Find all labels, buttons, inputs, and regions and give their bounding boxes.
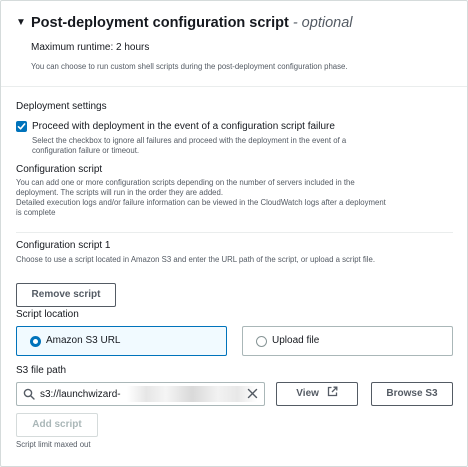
max-runtime-text: Maximum runtime: 2 hours	[31, 42, 150, 53]
description-line: You can add one or more configuration sc…	[16, 178, 355, 187]
proceed-on-failure-checkbox[interactable]	[16, 121, 27, 132]
proceed-on-failure-label[interactable]: Proceed with deployment in the event of …	[32, 121, 335, 133]
amazon-s3-url-label: Amazon S3 URL	[46, 335, 121, 346]
configuration-script-description: You can add one or more configuration sc…	[16, 178, 386, 218]
s3-file-path-input[interactable]: s3://launchwizard-	[16, 382, 265, 406]
upload-file-option[interactable]: Upload file	[242, 326, 453, 356]
radio-selected-icon[interactable]	[30, 336, 41, 347]
description-line: Detailed execution logs and/or failure i…	[16, 198, 386, 207]
script-location-label: Script location	[16, 309, 79, 320]
s3-file-path-label: S3 file path	[16, 365, 67, 376]
script-1-description: Choose to use a script located in Amazon…	[16, 255, 376, 264]
radio-unselected-icon[interactable]	[256, 336, 267, 347]
deployment-settings-label: Deployment settings	[16, 101, 107, 112]
browse-s3-button[interactable]: Browse S3	[371, 382, 453, 406]
view-button[interactable]: View	[276, 382, 358, 406]
script-limit-text: Script limit maxed out	[16, 440, 91, 449]
script-1-title: Configuration script 1	[16, 240, 111, 251]
checkmark-icon	[17, 123, 26, 130]
panel-title-text: Post-deployment configuration script	[31, 15, 289, 31]
upload-file-label: Upload file	[272, 335, 320, 346]
description-line: is complete	[16, 208, 56, 217]
panel-title[interactable]: Post-deployment configuration script - o…	[31, 14, 352, 32]
panel-header: ▼ Post-deployment configuration script -…	[1, 1, 467, 87]
add-script-button[interactable]: Add script	[16, 413, 98, 437]
caret-down-icon[interactable]: ▼	[16, 18, 26, 28]
header-description: You can choose to run custom shell scrip…	[31, 62, 348, 71]
checkbox-desc-line: configuration failure or timeout.	[32, 146, 140, 155]
optional-tag: - optional	[292, 15, 353, 31]
configuration-script-label: Configuration script	[16, 164, 103, 175]
amazon-s3-url-option[interactable]: Amazon S3 URL	[16, 326, 227, 356]
description-line: deployment. The scripts will run in the …	[16, 188, 224, 197]
divider	[16, 232, 453, 233]
s3-file-path-value: s3://launchwizard-	[40, 389, 121, 400]
search-icon	[23, 388, 35, 400]
clear-icon[interactable]	[246, 387, 259, 400]
view-label: View	[296, 388, 319, 399]
post-deployment-panel: ▼ Post-deployment configuration script -…	[0, 0, 468, 467]
redacted-region	[127, 386, 257, 402]
proceed-on-failure-description: Select the checkbox to ignore all failur…	[32, 136, 346, 156]
remove-script-button[interactable]: Remove script	[16, 283, 116, 307]
checkbox-desc-line: Select the checkbox to ignore all failur…	[32, 136, 347, 145]
external-link-icon	[327, 386, 338, 397]
